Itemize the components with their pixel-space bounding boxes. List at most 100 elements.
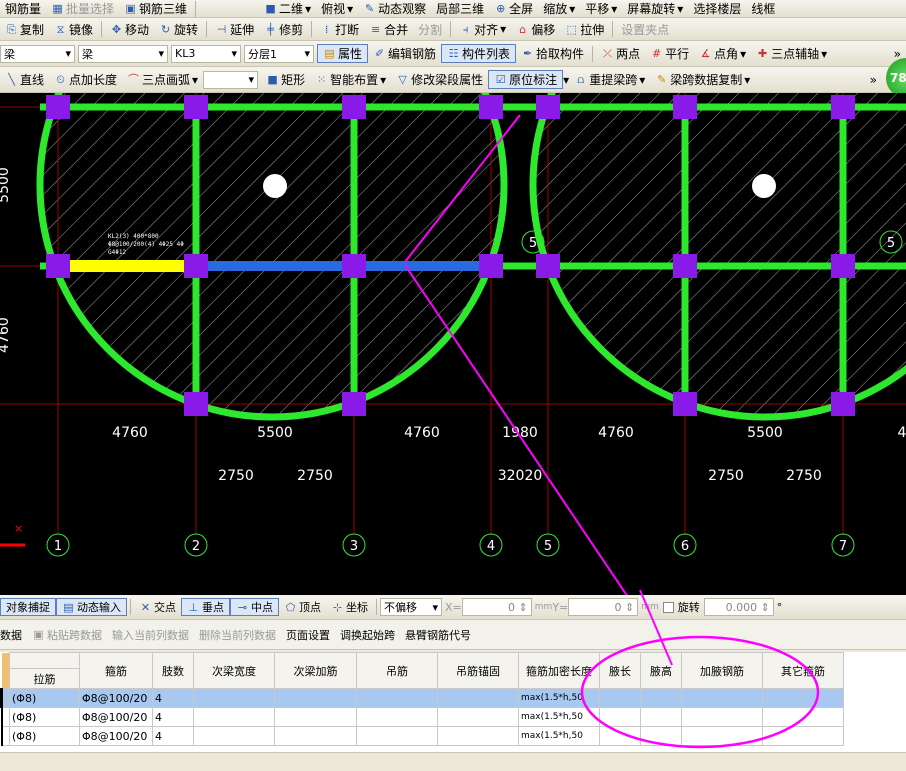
svg-text:4: 4: [487, 539, 495, 554]
snap-toolbar: 对象捕捉 ▤ 动态输入 ✕ 交点 ⊥ 垂点 ⊸ 中点 ⬠ 顶点 ⊹ 坐标 不偏移 ▾ X= 0…: [0, 595, 906, 620]
arc-icon: ⌒: [128, 73, 140, 86]
input-column-data-button[interactable]: 输入当前列数据: [107, 627, 194, 643]
orbit-button[interactable]: ✎ 动态观察: [358, 0, 431, 17]
pan-button[interactable]: 平移 ▾: [580, 0, 622, 17]
vertex-icon: ⬠: [285, 600, 296, 614]
draw-mode-select[interactable]: ▾: [203, 70, 259, 89]
svg-text:4760: 4760: [0, 317, 12, 353]
paste-icon: ▣: [33, 628, 44, 641]
paste-span-data-button[interactable]: ▣ 粘贴跨数据: [27, 627, 107, 643]
swap-start-span-button[interactable]: 调换起始跨: [335, 627, 400, 643]
data-button[interactable]: 数据: [0, 627, 27, 643]
modify-beam-segment-button[interactable]: ▽ 修改梁段属性: [391, 71, 488, 88]
ucs-icon: ×: [0, 522, 25, 547]
trim-icon: ╪: [267, 22, 274, 36]
svg-text:5: 5: [529, 236, 537, 251]
midpoint-snap[interactable]: ⊸ 中点: [230, 598, 279, 616]
local-3d-button[interactable]: 局部三维: [431, 0, 489, 17]
set-grip-button[interactable]: 设置夹点: [616, 21, 674, 38]
svg-text:5500: 5500: [257, 425, 293, 441]
delete-column-data-button[interactable]: 删除当前列数据: [194, 627, 281, 643]
three-point-axis-button[interactable]: ✚ 三点辅轴 ▾: [751, 45, 832, 62]
point-length-button[interactable]: ⏲ 点加长度: [49, 71, 122, 88]
table-row[interactable]: (Φ8) Φ8@100/20 4 max(1.5*h,50: [0, 707, 844, 727]
properties-button[interactable]: ▤ 属性: [317, 44, 369, 63]
batch-select-button[interactable]: ▦ 批量选择: [46, 0, 119, 17]
drawing-canvas[interactable]: KL2(3) 400*800Φ8@100/200(4) 4Φ25 4ΦG4Φ12…: [0, 93, 906, 595]
vertex-snap[interactable]: ⬠ 顶点: [279, 599, 326, 615]
rectangle-icon: ■: [267, 73, 278, 86]
y-input[interactable]: 0 ⇕: [568, 598, 639, 616]
2d-dropdown[interactable]: ■ 二维 ▾: [259, 0, 316, 17]
align-button[interactable]: ⫞ 对齐 ▾: [454, 21, 511, 38]
point-angle-button[interactable]: ∡ 点角 ▾: [694, 45, 751, 62]
split-button[interactable]: 分割: [413, 21, 447, 38]
line-button[interactable]: ╲ 直线: [0, 71, 49, 88]
input-icon: ▤: [63, 600, 74, 614]
break-button[interactable]: ⁞ 打断: [315, 21, 364, 38]
table-header: 箍筋 肢数 次梁宽度 次梁加筋 吊筋 吊筋锚固 箍筋加密长度 腋长 腋高 加腋钢筋 其它箍筋: [1, 652, 844, 689]
3d-icon: ▣: [125, 2, 136, 15]
cantilever-code-button[interactable]: 悬臂钢筋代号: [400, 627, 476, 643]
copy-button[interactable]: ⎘ 复制: [0, 21, 49, 38]
x-input[interactable]: 0 ⇕: [461, 598, 532, 616]
three-point-arc-button[interactable]: ⌒ 三点画弧 ▾: [122, 71, 203, 88]
select-floor-button[interactable]: 选择楼层: [688, 0, 746, 17]
zoom-button[interactable]: 缩放 ▾: [538, 0, 580, 17]
dynamic-input-toggle[interactable]: ▤ 动态输入: [56, 598, 127, 616]
fullscreen-button[interactable]: ⊕ 全屏: [489, 0, 538, 17]
offset-select[interactable]: 不偏移 ▾: [380, 598, 442, 616]
object-snap-toggle[interactable]: 对象捕捉: [0, 598, 56, 616]
y-unit: mm: [641, 602, 659, 612]
coordinate-snap[interactable]: ⊹ 坐标: [326, 599, 373, 615]
category-select[interactable]: 梁 ▾: [0, 44, 75, 63]
copy-span-data-button[interactable]: ✎ 梁跨数据复制 ▾: [650, 71, 755, 88]
rectangle-button[interactable]: ■ 矩形: [261, 71, 310, 88]
component-select[interactable]: KL3 ▾: [171, 44, 241, 63]
parallel-button[interactable]: # 平行: [645, 45, 694, 62]
two-point-button[interactable]: ⤫ 两点: [596, 45, 645, 62]
intersection-snap[interactable]: ✕ 交点: [134, 599, 181, 615]
trim-button[interactable]: ╪ 修剪: [259, 21, 308, 38]
rotate-checkbox[interactable]: [662, 601, 674, 613]
angle-input[interactable]: 0.000 ⇕: [703, 598, 774, 616]
rotate-button[interactable]: ↻ 旋转: [154, 21, 203, 38]
rebar-3d-button[interactable]: ▣ 钢筋三维: [119, 0, 192, 17]
extend-icon: ⊣: [216, 22, 227, 36]
svg-text:5500: 5500: [747, 425, 783, 441]
wireframe-button[interactable]: 线框: [746, 0, 780, 17]
page-setup-button[interactable]: 页面设置: [281, 627, 335, 643]
svg-text:4760: 4760: [112, 425, 148, 441]
extend-button[interactable]: ⊣ 延伸: [210, 21, 259, 38]
svg-text:1980: 1980: [502, 425, 538, 441]
merge-button[interactable]: ≡ 合并: [364, 21, 413, 38]
toolbar-draw: ╲ 直线 ⏲ 点加长度 ⌒ 三点画弧 ▾ ▾ ■ 矩形 ⁙ 智能布置 ▾ ▽ 修改梁段属性 ☑ 原…: [0, 67, 906, 93]
toolbar-item[interactable]: 钢筋量: [0, 0, 46, 17]
selected-beam-yellow[interactable]: [55, 260, 196, 272]
table-row[interactable]: (Φ8) Φ8@100/20 4 max(1.5*h,50: [0, 688, 844, 708]
offset-button[interactable]: ⌂ 偏移: [511, 21, 560, 38]
svg-text:5: 5: [887, 236, 895, 251]
line-icon: ╲: [8, 73, 15, 86]
move-button[interactable]: ✥ 移动: [105, 21, 154, 38]
in-situ-annotation-button[interactable]: ☑ 原位标注: [488, 70, 564, 89]
brush-icon: ✎: [657, 73, 667, 86]
filter-icon: ▽: [398, 73, 407, 86]
mirror-button[interactable]: ⧖ 镜像: [49, 21, 98, 38]
more-button-2[interactable]: »: [865, 73, 882, 87]
re-extract-span-button[interactable]: ⩍ 重提梁跨 ▾: [569, 71, 650, 88]
layer-select[interactable]: 分层1 ▾: [244, 44, 314, 63]
orbit-icon: ✎: [365, 2, 375, 15]
type-select[interactable]: 梁 ▾: [78, 44, 168, 63]
svg-text:KL2(3) 400*800: KL2(3) 400*800: [108, 233, 159, 240]
edit-rebar-button[interactable]: ✐ 编辑钢筋: [368, 45, 441, 62]
rotate-screen-button[interactable]: 屏幕旋转 ▾: [622, 0, 688, 17]
perpendicular-snap[interactable]: ⊥ 垂点: [181, 598, 230, 616]
stretch-button[interactable]: ⬚ 拉伸: [560, 21, 609, 38]
smart-layout-button[interactable]: ⁙ 智能布置 ▾: [310, 71, 391, 88]
top-view-button[interactable]: 俯视 ▾: [316, 0, 358, 17]
component-list-button[interactable]: ☷ 构件列表: [441, 44, 517, 63]
table-row[interactable]: (Φ8) Φ8@100/20 4 max(1.5*h,50: [0, 726, 844, 746]
2d-icon: ■: [265, 2, 276, 15]
pick-component-button[interactable]: ✒ 拾取构件: [516, 45, 589, 62]
